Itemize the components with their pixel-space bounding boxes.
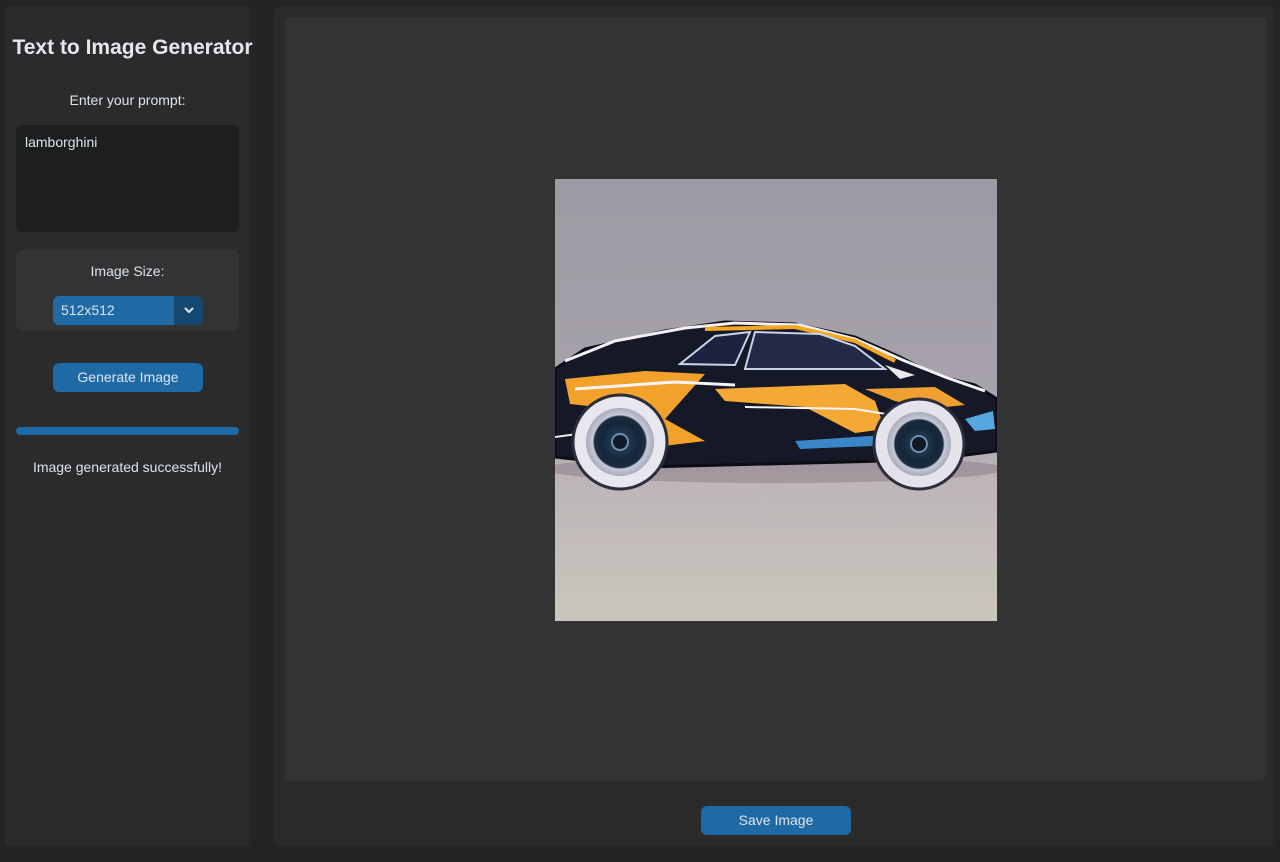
status-message: Image generated successfully!	[32, 459, 223, 475]
prompt-text: lamborghini	[25, 134, 98, 150]
prompt-textbox[interactable]: lamborghini	[16, 125, 239, 232]
image-size-label: Image Size:	[90, 263, 165, 279]
image-size-dropdown[interactable]: 512x512	[53, 296, 203, 325]
progress-bar-fill	[16, 427, 239, 435]
sidebar: Text to Image Generator Enter your promp…	[5, 6, 253, 846]
image-display-frame	[285, 17, 1266, 781]
image-size-value: 512x512	[53, 296, 174, 325]
prompt-label: Enter your prompt:	[69, 92, 186, 108]
image-size-frame: Image Size: 512x512	[16, 250, 239, 331]
chevron-down-icon	[184, 307, 193, 313]
main-panel: Save Image	[274, 6, 1274, 846]
app-window: Text to Image Generator Enter your promp…	[0, 0, 1280, 862]
app-title: Text to Image Generator	[12, 36, 253, 59]
dropdown-arrow-button[interactable]	[174, 296, 203, 325]
progress-bar	[16, 427, 239, 435]
save-image-button[interactable]: Save Image	[701, 806, 851, 835]
generate-image-button[interactable]: Generate Image	[53, 363, 203, 392]
generated-image	[555, 179, 997, 621]
